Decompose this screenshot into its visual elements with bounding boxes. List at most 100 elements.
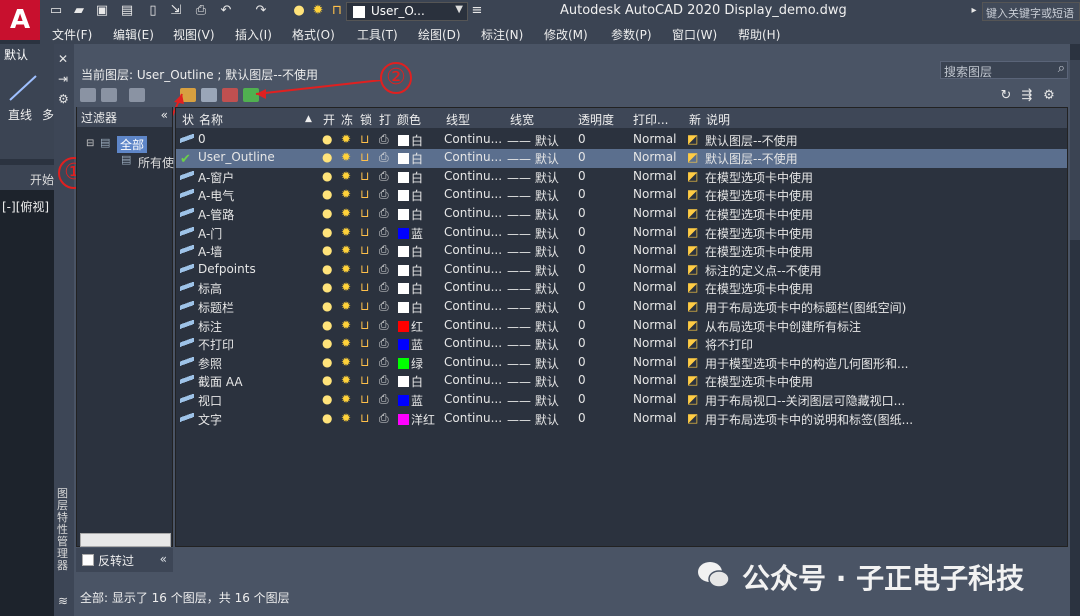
filter-all[interactable]: 全部 — [117, 136, 148, 153]
table-row[interactable]: 视口 ● ✹ ⊔ ⎙ 蓝 Continu... —— 默认 0 Normal ◩ 用于布局视口--关闭… — [176, 391, 1067, 410]
color-swatch[interactable] — [398, 153, 409, 165]
col-linetype[interactable]: 线型 — [446, 111, 470, 128]
plot-icon[interactable]: ⎙ — [192, 3, 210, 19]
printer-icon[interactable]: ⎙ — [379, 299, 389, 314]
transparency[interactable]: 0 — [578, 262, 586, 276]
new-vp-freeze-icon[interactable]: ◩ — [687, 280, 698, 294]
viewport-label[interactable]: [-][俯视] — [2, 198, 49, 215]
col-description[interactable]: 说明 — [706, 111, 730, 128]
lineweight[interactable]: —— 默认 — [507, 187, 559, 204]
lightbulb-icon[interactable]: ● — [290, 3, 308, 19]
layer-name[interactable]: Defpoints — [198, 262, 256, 276]
customize-qa-icon[interactable]: ≡ — [468, 3, 486, 19]
col-status[interactable]: 状 — [182, 111, 194, 128]
transparency[interactable]: 0 — [578, 392, 586, 406]
sun-icon[interactable]: ✹ — [341, 225, 351, 239]
plot-style[interactable]: Normal — [633, 225, 676, 239]
table-row[interactable]: A-门 ● ✹ ⊔ ⎙ 蓝 Continu... —— 默认 0 Normal ◩ 在模型选项卡中使用 — [176, 224, 1067, 243]
linetype[interactable]: Continu... — [444, 299, 502, 313]
color-swatch[interactable] — [398, 394, 409, 406]
plot-style[interactable]: Normal — [633, 318, 676, 332]
color-swatch[interactable] — [398, 357, 409, 369]
plot-style[interactable]: Normal — [633, 280, 676, 294]
layer-description[interactable]: 用于布局视口--关闭图层可隐藏视口... — [705, 392, 905, 409]
transparency[interactable]: 0 — [578, 206, 586, 220]
layer-name[interactable]: 标题栏 — [198, 299, 234, 316]
drawing-area[interactable] — [0, 190, 54, 616]
help-search-input[interactable]: 键入关键字或短语 — [982, 2, 1080, 21]
lineweight[interactable]: —— 默认 — [507, 243, 559, 260]
table-row[interactable]: A-墙 ● ✹ ⊔ ⎙ 白 Continu... —— 默认 0 Normal ◩ 在模型选项卡中使用 — [176, 242, 1067, 261]
transparency[interactable]: 0 — [578, 132, 586, 146]
printer-icon[interactable]: ⎙ — [379, 318, 389, 333]
gear-icon[interactable]: ⚙ — [1040, 88, 1058, 104]
lightbulb-icon[interactable]: ● — [322, 169, 332, 183]
plot-style[interactable]: Normal — [633, 299, 676, 313]
lightbulb-icon[interactable]: ● — [322, 132, 332, 146]
transparency[interactable]: 0 — [578, 318, 586, 332]
sun-icon[interactable]: ✹ — [341, 132, 351, 146]
printer-icon[interactable]: ⎙ — [379, 355, 389, 370]
linetype[interactable]: Continu... — [444, 169, 502, 183]
unlock-icon[interactable]: ⊔ — [360, 299, 369, 313]
undo-icon[interactable]: ↶ — [217, 3, 235, 19]
new-vp-freeze-icon[interactable]: ◩ — [687, 318, 698, 332]
unlock-icon[interactable]: ⊔ — [360, 225, 369, 239]
menu-draw[interactable]: 绘图(D) — [418, 26, 461, 43]
col-plot[interactable]: 打 — [379, 111, 391, 128]
color-swatch[interactable] — [398, 301, 409, 313]
lightbulb-icon[interactable]: ● — [322, 355, 332, 369]
col-lineweight[interactable]: 线宽 — [510, 111, 534, 128]
layer-description[interactable]: 标注的定义点--不使用 — [705, 262, 822, 279]
linetype[interactable]: Continu... — [444, 280, 502, 294]
printer-icon[interactable]: ⎙ — [379, 336, 389, 351]
transparency[interactable]: 0 — [578, 243, 586, 257]
color-swatch[interactable] — [398, 264, 409, 276]
transparency[interactable]: 0 — [578, 299, 586, 313]
menu-view[interactable]: 视图(V) — [173, 26, 215, 43]
plot-style[interactable]: Normal — [633, 355, 676, 369]
unlock-icon[interactable]: ⊔ — [360, 132, 369, 146]
filter-scrollbar[interactable] — [80, 533, 171, 547]
plot-style[interactable]: Normal — [633, 206, 676, 220]
sun-icon[interactable]: ✹ — [341, 318, 351, 332]
lightbulb-icon[interactable]: ● — [322, 280, 332, 294]
color-name[interactable]: 白 — [411, 187, 423, 204]
col-new-vp-freeze[interactable]: 新 — [689, 111, 701, 128]
unlock-icon[interactable]: ⊔ — [360, 187, 369, 201]
color-swatch[interactable] — [398, 376, 409, 388]
col-transparency[interactable]: 透明度 — [578, 111, 614, 128]
lightbulb-icon[interactable]: ● — [322, 411, 332, 425]
printer-icon[interactable]: ⎙ — [379, 225, 389, 240]
unlock-icon[interactable]: ⊔ — [360, 243, 369, 257]
plot-style[interactable]: Normal — [633, 392, 676, 406]
new-vp-freeze-icon[interactable]: ◩ — [687, 411, 698, 425]
layer-description[interactable]: 用于布局选项卡中的说明和标签(图纸... — [705, 411, 913, 428]
auto-hide-icon[interactable]: ⇥ — [58, 72, 68, 86]
lineweight[interactable]: —— 默认 — [507, 392, 559, 409]
color-swatch[interactable] — [398, 246, 409, 258]
col-lock[interactable]: 锁 — [360, 111, 372, 128]
lock-icon[interactable]: ⊓ — [328, 3, 346, 19]
lightbulb-icon[interactable]: ● — [322, 318, 332, 332]
tab-start[interactable]: 开始 — [30, 171, 54, 188]
plot-style[interactable]: Normal — [633, 262, 676, 276]
lineweight[interactable]: —— 默认 — [507, 262, 559, 279]
sun-icon[interactable]: ✹ — [341, 187, 351, 201]
new-vp-freeze-icon[interactable]: ◩ — [687, 243, 698, 257]
linetype[interactable]: Continu... — [444, 392, 502, 406]
linetype[interactable]: Continu... — [444, 243, 502, 257]
linetype[interactable]: Continu... — [444, 206, 502, 220]
layer-states-manager-icon[interactable] — [129, 88, 145, 102]
new-vp-freeze-icon[interactable]: ◩ — [687, 169, 698, 183]
color-name[interactable]: 红 — [411, 318, 423, 335]
lineweight[interactable]: —— 默认 — [507, 336, 559, 353]
unlock-icon[interactable]: ⊔ — [360, 336, 369, 350]
lineweight[interactable]: —— 默认 — [507, 411, 559, 428]
unlock-icon[interactable]: ⊔ — [360, 262, 369, 276]
linetype[interactable]: Continu... — [444, 225, 502, 239]
refresh-icon[interactable]: ↻ — [997, 88, 1015, 104]
sun-icon[interactable]: ✹ — [341, 411, 351, 425]
lightbulb-icon[interactable]: ● — [322, 299, 332, 313]
color-name[interactable]: 白 — [411, 373, 423, 390]
